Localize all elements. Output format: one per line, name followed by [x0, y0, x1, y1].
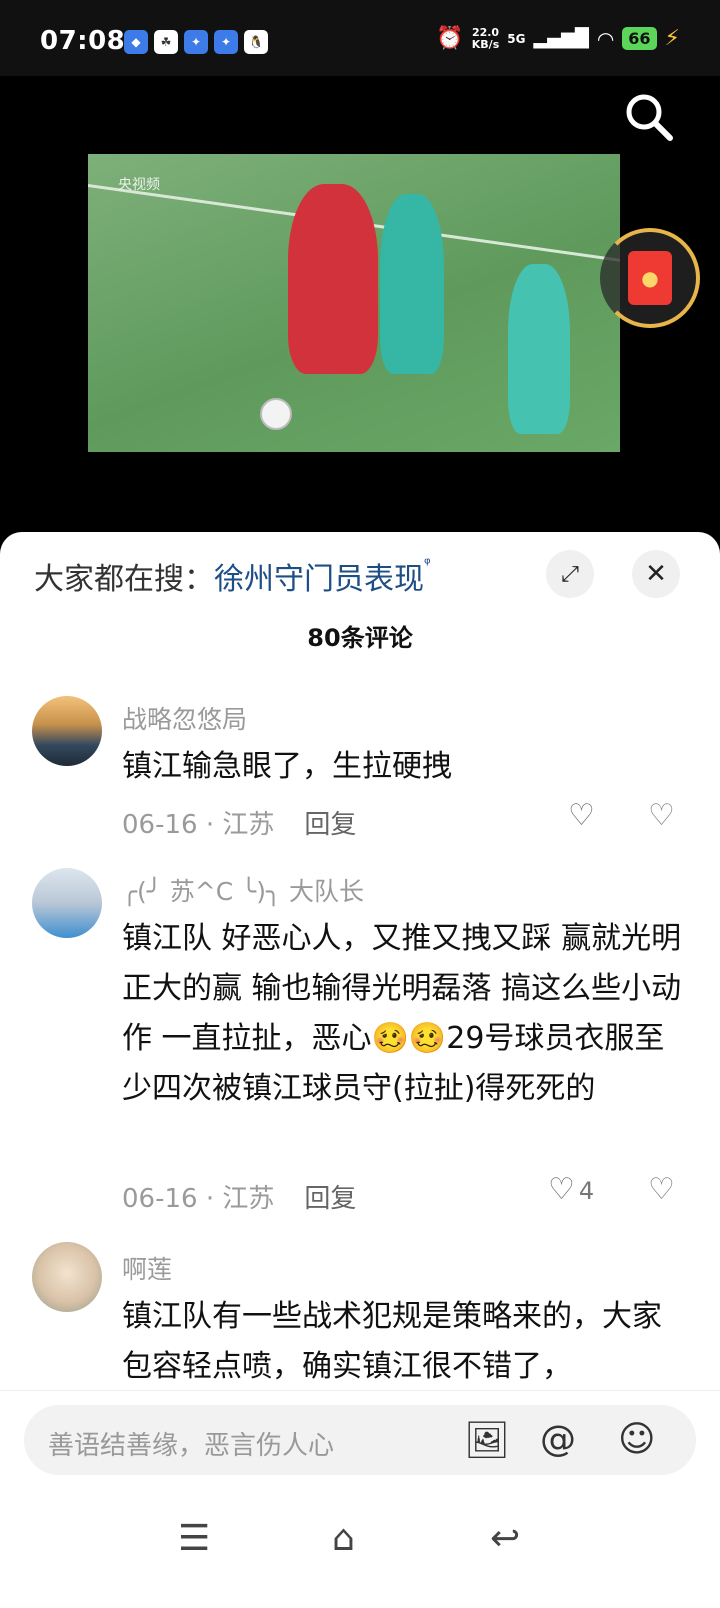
back-icon[interactable]: ↩ — [490, 1518, 520, 1559]
network-speed: 22.0 KB/s — [471, 25, 500, 51]
avatar[interactable] — [32, 1242, 102, 1312]
home-icon[interactable]: ⌂ — [332, 1518, 355, 1559]
trending-search[interactable]: 大家都在搜：徐州守门员表现ᵠ — [34, 554, 431, 598]
comment-username[interactable]: ╭(╯ 苏^C ╰)╮ 大队长 — [122, 872, 364, 908]
comment-date: 06-16 · 江苏 — [122, 810, 275, 840]
avatar[interactable] — [32, 696, 102, 766]
like-button[interactable]: ♡ — [568, 798, 595, 833]
expand-icon: ⤢ — [561, 561, 579, 587]
comment-date: 06-16 · 江苏 — [122, 1184, 275, 1214]
status-time: 07:08 — [40, 26, 126, 56]
battery-level: 66 — [622, 27, 657, 50]
avatar[interactable] — [32, 868, 102, 938]
menu-icon[interactable]: ☰ — [178, 1518, 210, 1559]
charging-icon: ⚡ — [664, 26, 680, 51]
status-right: ⏰ 22.0 KB/s 5G ▂▄▆█ ◠ 66 ⚡ — [436, 26, 680, 51]
wifi-icon: ◠ — [596, 26, 615, 51]
red-packet-button[interactable]: ● — [600, 228, 700, 328]
close-button[interactable]: ✕ — [632, 550, 680, 598]
dislike-button[interactable]: ♡ — [648, 798, 675, 833]
search-prefix: 大家都在搜： — [34, 562, 214, 597]
app-notification-icon: ✦ — [214, 30, 238, 54]
comment-text: 镇江输急眼了，生拉硬拽 — [122, 749, 452, 784]
heart-icon: ♡ — [568, 798, 595, 833]
reply-button[interactable]: 回复 — [304, 810, 356, 840]
alarm-icon: ⏰ — [436, 26, 464, 51]
close-icon: ✕ — [645, 559, 667, 589]
like-button[interactable]: ♡ 4 — [548, 1172, 594, 1207]
comment-input-bar: 善语结善缘，恶言伤人心 🖼 @ ☺ — [0, 1390, 720, 1491]
video-area[interactable]: 央视频 ● — [0, 76, 720, 536]
broken-heart-icon: ♡ — [648, 1172, 675, 1207]
soccer-ball — [260, 398, 292, 430]
like-count: 4 — [578, 1177, 595, 1205]
search-icon[interactable] — [622, 90, 676, 144]
comment-text: 镇江队有一些战术犯规是策略来的，大家包容轻点喷，确实镇江很不错了， — [122, 1299, 662, 1384]
comment-username[interactable]: 战略忽悠局 — [122, 700, 247, 736]
player-red — [288, 184, 378, 374]
broken-heart-icon: ♡ — [648, 798, 675, 833]
notification-icons: ◆ ☘ ✦ ✦ 🐧 — [124, 30, 268, 54]
emoji-icon[interactable]: ☺ — [618, 1419, 656, 1460]
trending-search-link[interactable]: 徐州守门员表现 — [214, 562, 424, 597]
comment-input-placeholder: 善语结善缘，恶言伤人心 — [48, 1431, 335, 1461]
comment-username[interactable]: 啊莲 — [122, 1250, 172, 1286]
app-notification-icon: ◆ — [124, 30, 148, 54]
app-notification-icon: ✦ — [184, 30, 208, 54]
search-small-icon: ᵠ — [424, 554, 431, 573]
app-notification-icon: ☘ — [154, 30, 178, 54]
player-teal-13 — [508, 264, 570, 434]
mention-icon[interactable]: @ — [540, 1419, 576, 1460]
dislike-button[interactable]: ♡ — [648, 1172, 675, 1207]
video-player[interactable]: 央视频 — [88, 154, 620, 452]
red-envelope-icon: ● — [628, 251, 672, 305]
image-icon[interactable]: 🖼 — [464, 1419, 510, 1461]
signal-icon: ▂▄▆█ — [533, 28, 589, 49]
comment-text: 镇江队 好恶心人，又推又拽又踩 赢就光明正大的赢 输也输得光明磊落 搞这么些小动… — [122, 921, 682, 1106]
qq-icon: 🐧 — [244, 30, 268, 54]
comment-input[interactable]: 善语结善缘，恶言伤人心 🖼 @ ☺ — [24, 1405, 696, 1475]
network-type: 5G — [507, 31, 526, 46]
status-bar: 07:08 ◆ ☘ ✦ ✦ 🐧 ⏰ 22.0 KB/s 5G ▂▄▆█ ◠ 66… — [0, 0, 720, 76]
video-watermark: 央视频 — [118, 177, 160, 193]
comment-count: 80条评论 — [307, 624, 413, 652]
reply-button[interactable]: 回复 — [304, 1184, 356, 1214]
player-teal — [380, 194, 444, 374]
heart-icon: ♡ — [548, 1172, 575, 1207]
system-nav-bar: ☰ ⌂ ↩ — [0, 1490, 720, 1608]
comment-meta: 06-16 · 江苏 回复 — [122, 804, 356, 841]
comment-meta: 06-16 · 江苏 回复 — [122, 1178, 356, 1215]
expand-button[interactable]: ⤢ — [546, 550, 594, 598]
